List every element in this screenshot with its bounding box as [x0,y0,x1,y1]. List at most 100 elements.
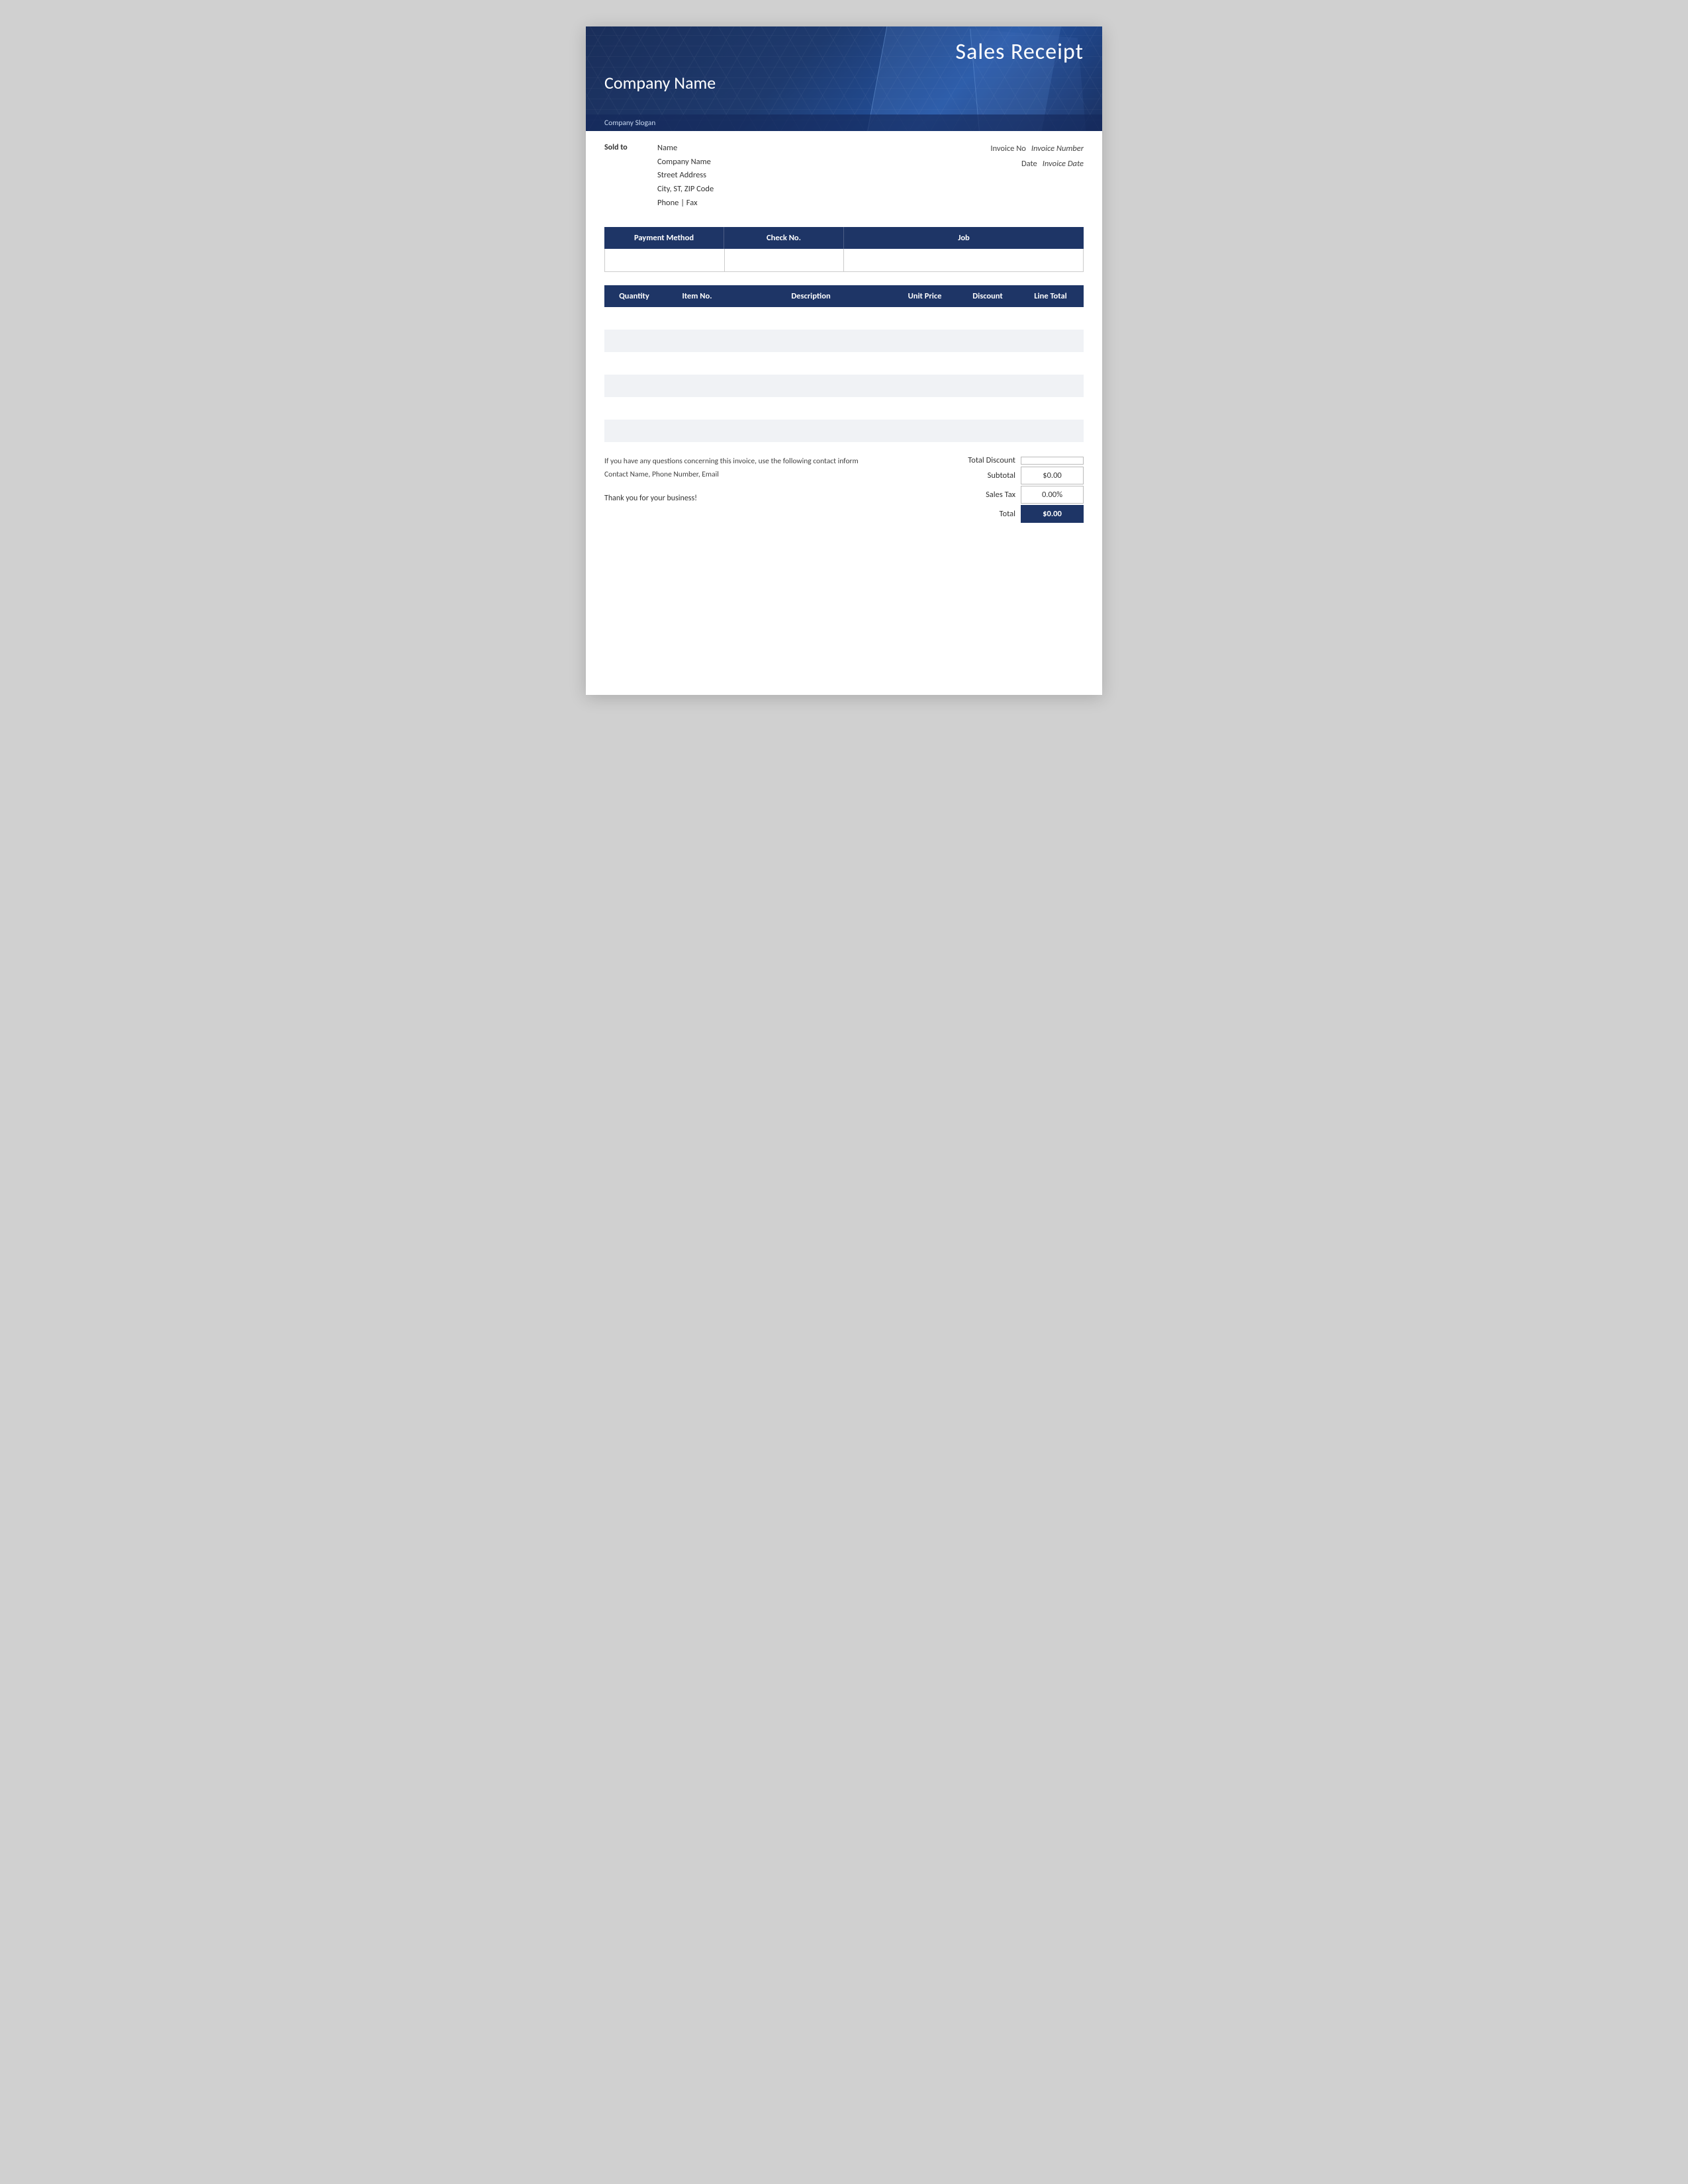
item-quantity-0 [604,307,664,330]
item-discount-0 [958,307,1017,330]
sales-tax-row: Sales Tax 0.00% [951,486,1084,504]
item-total-3 [1017,375,1084,397]
total-discount-label: Total Discount [955,455,1021,465]
item-total-1 [1017,330,1084,352]
item-price-4 [892,397,958,420]
invoice-no-label: Invoice No [990,142,1026,157]
item-desc-3 [730,375,892,397]
job-header: Job [844,227,1084,249]
sold-to-phone: Phone | Fax [657,197,925,210]
sales-receipt-page: Sales Receipt Company Name Company Sloga… [586,26,1102,695]
item-row [604,330,1084,352]
item-price-0 [892,307,958,330]
item-discount-4 [958,397,1017,420]
total-discount-row: Total Discount [951,455,1084,465]
items-section: Quantity Item No. Description Unit Price… [604,285,1084,442]
item-desc-5 [730,420,892,442]
item-quantity-1 [604,330,664,352]
item-no-0 [664,307,730,330]
item-discount-5 [958,420,1017,442]
info-section: Sold to Name Company Name Street Address… [586,131,1102,216]
company-slogan: Company Slogan [604,118,655,128]
item-no-header: Item No. [664,285,730,307]
item-total-0 [1017,307,1084,330]
payment-table-header: Payment Method Check No. Job [604,227,1084,249]
unit-price-header: Unit Price [892,285,958,307]
item-quantity-4 [604,397,664,420]
item-quantity-2 [604,352,664,375]
totals-table: Total Discount Subtotal $0.00 Sales Tax … [951,455,1084,524]
item-discount-1 [958,330,1017,352]
receipt-title: Sales Receipt [604,38,1084,66]
description-header: Description [730,285,892,307]
sold-to-details: Name Company Name Street Address City, S… [657,142,925,210]
item-total-4 [1017,397,1084,420]
item-no-3 [664,375,730,397]
contact-note: If you have any questions concerning thi… [604,455,938,469]
item-discount-3 [958,375,1017,397]
payment-section: Payment Method Check No. Job [604,227,1084,272]
company-name-heading: Company Name [604,72,1084,93]
item-quantity-3 [604,375,664,397]
total-row: Total $0.00 [951,505,1084,523]
thank-you: Thank you for your business! [604,492,938,505]
header: Sales Receipt Company Name Company Sloga… [586,26,1102,131]
invoice-no-value: Invoice Number [1031,142,1084,157]
item-price-1 [892,330,958,352]
slogan-bar: Company Slogan [586,114,1102,131]
item-no-2 [664,352,730,375]
bottom-padding [586,524,1102,551]
invoice-date-row: Date Invoice Date [938,157,1084,172]
total-label: Total [955,509,1021,519]
item-price-3 [892,375,958,397]
invoice-info: Invoice No Invoice Number Date Invoice D… [938,142,1084,210]
payment-method-cell [605,249,725,271]
subtotal-row: Subtotal $0.00 [951,467,1084,484]
payment-table-row [604,249,1084,272]
item-row [604,375,1084,397]
contact-details: Contact Name, Phone Number, Email [604,469,938,482]
item-price-2 [892,352,958,375]
check-no-header: Check No. [724,227,844,249]
invoice-no-row: Invoice No Invoice Number [938,142,1084,157]
check-no-cell [725,249,845,271]
job-cell [844,249,1083,271]
sold-to-company: Company Name [657,156,925,169]
subtotal-value: $0.00 [1021,467,1084,484]
item-row [604,307,1084,330]
item-desc-1 [730,330,892,352]
quantity-header: Quantity [604,285,664,307]
header-content: Sales Receipt Company Name [586,26,1102,93]
item-total-5 [1017,420,1084,442]
sold-to-name: Name [657,142,925,156]
total-discount-value [1021,457,1084,465]
footer-notes: If you have any questions concerning thi… [604,455,951,505]
subtotal-label: Subtotal [955,471,1021,480]
item-row [604,397,1084,420]
item-quantity-5 [604,420,664,442]
item-no-1 [664,330,730,352]
item-discount-2 [958,352,1017,375]
item-desc-2 [730,352,892,375]
item-row [604,420,1084,442]
payment-method-header: Payment Method [604,227,724,249]
sales-tax-value: 0.00% [1021,486,1084,504]
invoice-date-value: Invoice Date [1043,157,1084,172]
invoice-date-label: Date [1021,157,1037,172]
totals-section: If you have any questions concerning thi… [604,455,1084,524]
discount-header: Discount [958,285,1017,307]
line-total-header: Line Total [1017,285,1084,307]
sold-to-city: City, ST, ZIP Code [657,183,925,197]
sales-tax-label: Sales Tax [955,490,1021,500]
total-value: $0.00 [1021,505,1084,523]
item-desc-4 [730,397,892,420]
item-price-5 [892,420,958,442]
sold-to-street: Street Address [657,169,925,183]
item-row [604,352,1084,375]
items-table-header: Quantity Item No. Description Unit Price… [604,285,1084,307]
item-total-2 [1017,352,1084,375]
item-no-4 [664,397,730,420]
sold-to-label: Sold to [604,142,644,210]
item-no-5 [664,420,730,442]
item-desc-0 [730,307,892,330]
